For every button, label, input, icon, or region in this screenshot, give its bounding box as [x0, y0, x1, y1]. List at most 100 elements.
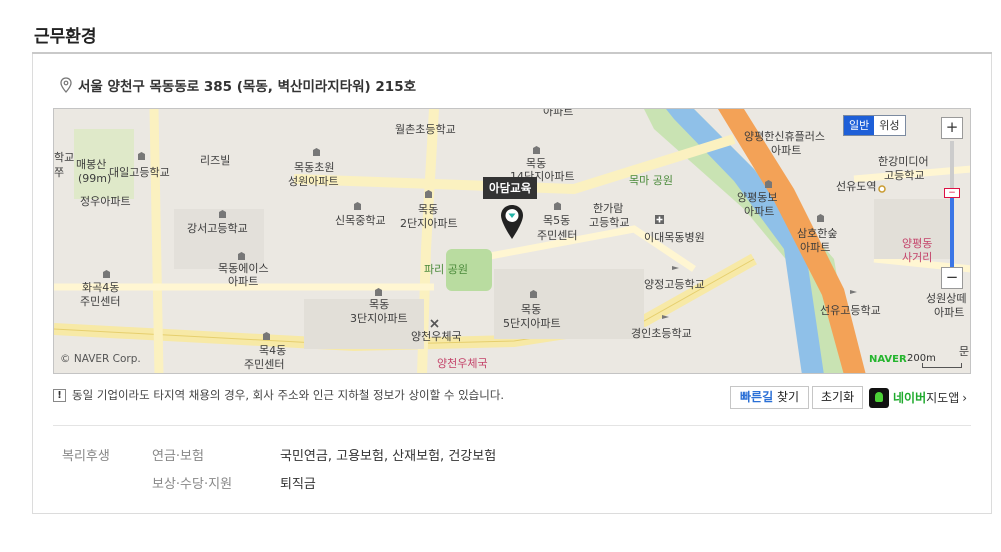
location-pin-icon	[60, 77, 72, 93]
map-label: 정우아파트	[80, 195, 131, 208]
map-copyright: © NAVER Corp.	[60, 353, 141, 365]
company-marker-icon[interactable]	[500, 204, 524, 240]
notice-text: 동일 기업이라도 타지역 채용의 경우, 회사 주소와 인근 지하철 정보가 상…	[72, 388, 505, 402]
building-icon	[375, 288, 382, 296]
map-label: 한가람	[593, 202, 624, 215]
map-label: 한강미디어	[878, 155, 929, 168]
post-office-icon	[430, 319, 439, 328]
building-icon	[103, 270, 110, 278]
map-label: 고등학교	[884, 169, 925, 182]
map-label: 2단지아파트	[400, 217, 458, 230]
map-label: 양평동보	[737, 191, 778, 204]
map-label: 아파트	[543, 108, 574, 118]
map-type-normal-button[interactable]: 일반	[844, 116, 875, 135]
map-label: 파리 공원	[424, 263, 468, 276]
map-label: 이대목동병원	[644, 231, 705, 244]
address-row: 서울 양천구 목동동로 385 (목동, 벽산미라지타워) 215호	[60, 75, 416, 95]
zoom-in-button[interactable]: +	[941, 117, 963, 139]
notice-icon: !	[53, 388, 66, 402]
school-icon	[662, 315, 669, 323]
benefit-label-insurance: 연금·보험	[152, 449, 204, 464]
map-label: 삼호한숲	[797, 227, 838, 240]
map-scale-bar	[922, 363, 962, 368]
building-icon	[263, 332, 270, 340]
school-icon	[850, 290, 857, 298]
naver-app-brand: 네이버	[893, 391, 927, 405]
section-title: 근무환경	[34, 27, 97, 47]
naver-map-app-link[interactable]: 네이버 지도앱 ›	[869, 386, 967, 409]
map-type-toggle: 일반 위성	[843, 115, 906, 136]
map-label: 목마 공원	[629, 174, 673, 187]
benefit-value-insurance: 국민연금, 고용보험, 산재보험, 건강보험	[280, 449, 497, 464]
map-label: 아파트	[771, 144, 802, 157]
map-label: 아파트	[744, 205, 775, 218]
map-type-satellite-button[interactable]: 위성	[874, 116, 904, 135]
map-label: 문래	[959, 345, 970, 358]
building-icon	[354, 202, 361, 210]
building-icon	[533, 146, 540, 154]
map-label: 월촌초등학교	[395, 123, 456, 136]
building-icon	[425, 190, 432, 198]
map-label: 양평한신휴플러스	[744, 130, 825, 143]
map-label: 3단지아파트	[350, 312, 408, 325]
map-label: 선유고등학교	[820, 304, 881, 317]
naver-map-app-icon	[869, 387, 889, 408]
chevron-right-icon: ›	[962, 390, 968, 405]
building-icon	[765, 180, 772, 188]
benefits-heading: 복리후생	[62, 449, 110, 464]
naver-logo: NAVER	[869, 354, 907, 365]
map-label: 사거리	[902, 251, 933, 264]
map-label: 성원상떼	[926, 292, 967, 305]
address-text: 서울 양천구 목동동로 385 (목동, 벽산미라지타워) 215호	[78, 79, 417, 95]
section-divider	[53, 425, 971, 426]
map-label: 주민센터	[537, 229, 578, 242]
map-label: 주민센터	[244, 358, 285, 371]
map-label: 목4동	[259, 344, 287, 357]
map-label: 화곡4동	[82, 281, 120, 294]
map-label: 목동	[418, 203, 439, 216]
map-label: 성원아파트	[288, 175, 339, 188]
building-icon	[530, 290, 537, 298]
reset-map-button[interactable]: 초기화	[812, 386, 864, 409]
map-label: 목동에이스	[218, 262, 269, 275]
map-label: 리즈빌	[200, 154, 231, 167]
building-icon	[138, 152, 145, 160]
map-label: 목동	[369, 298, 390, 311]
benefit-label-compensation: 보상·수당·지원	[152, 477, 233, 492]
map-label: 고등학교	[589, 216, 630, 229]
map-label: 양정고등학교	[644, 278, 705, 291]
marker-label: 아담교육	[483, 177, 538, 199]
map-label: 5단지아파트	[503, 317, 561, 330]
map-label: 경인초등학교	[631, 327, 692, 340]
map-label: 양천우체국	[411, 330, 462, 343]
building-icon	[817, 214, 824, 222]
zoom-out-button[interactable]: −	[941, 267, 963, 289]
building-icon	[238, 252, 245, 260]
map-label: 쭈	[54, 166, 65, 179]
zoom-control: + − −	[941, 117, 963, 291]
map-label: 목동초원	[294, 161, 335, 174]
find-route-label-highlight: 빠른길	[740, 390, 774, 404]
map-label: 목동	[521, 303, 542, 316]
hospital-icon	[655, 215, 664, 224]
school-icon	[672, 266, 679, 274]
map-label: 신목중학교	[335, 214, 386, 227]
map-label: (99m)	[78, 172, 112, 185]
map-label: 양평동	[902, 237, 933, 250]
map-label: 목5동	[543, 214, 571, 227]
map-label: 목동	[526, 157, 547, 170]
location-notice: ! 동일 기업이라도 타지역 채용의 경우, 회사 주소와 인근 지하철 정보가…	[53, 387, 504, 403]
naver-app-label: 지도앱	[926, 391, 960, 405]
map-label: 아파트	[228, 275, 259, 288]
zoom-slider-handle[interactable]: −	[944, 188, 960, 198]
map-base-layer	[54, 109, 970, 373]
map-label: 양천우체국	[437, 357, 488, 370]
benefit-value-compensation: 퇴직금	[280, 477, 316, 492]
zoom-track-fill	[950, 193, 954, 267]
map-label: 아파트	[934, 306, 965, 319]
map-label: 선유도역	[836, 180, 877, 193]
building-icon	[313, 148, 320, 156]
map-label: 매봉산	[76, 158, 107, 171]
find-route-button[interactable]: 빠른길 찾기	[730, 386, 810, 409]
location-map[interactable]: 월촌초등학교 아파트 목동 14단지아파트 목마 공원 양평한신휴플러스 아파트…	[53, 108, 971, 374]
